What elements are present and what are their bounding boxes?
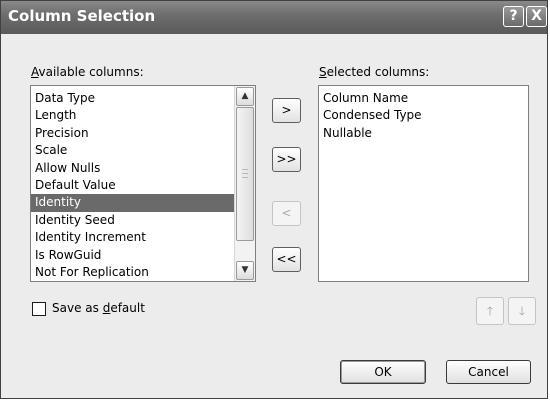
ok-button[interactable]: OK — [340, 360, 426, 384]
remove-column-button[interactable]: < — [272, 201, 301, 226]
list-item[interactable]: Nullable — [319, 125, 528, 142]
add-column-button[interactable]: > — [272, 98, 301, 123]
list-item[interactable]: Identity Increment — [31, 229, 234, 246]
cancel-button[interactable]: Cancel — [446, 360, 531, 384]
list-item[interactable]: Is RowGuid — [31, 247, 234, 264]
selected-label-text: elected columns: — [326, 65, 430, 79]
save-as-default-checkbox[interactable] — [32, 302, 46, 316]
available-accesskey: A — [31, 65, 39, 79]
window-title: Column Selection — [8, 7, 156, 25]
add-all-columns-button[interactable]: >> — [272, 147, 301, 172]
list-item[interactable]: Length — [31, 107, 234, 124]
list-item[interactable]: Not For Replication — [31, 264, 234, 281]
save-as-default-label[interactable]: Save as default — [52, 301, 145, 315]
list-item[interactable]: Identity — [31, 194, 234, 212]
available-items: Data Type Length Precision Scale Allow Nulls… — [31, 90, 234, 281]
available-columns-list[interactable]: Data Type Length Precision Scale Allow Nulls… — [30, 85, 256, 282]
available-label-text: vailable columns: — [38, 65, 144, 79]
selected-columns-label: Selected columns: — [319, 65, 429, 79]
list-item[interactable]: Allow Nulls — [31, 160, 234, 177]
save-label-after: efault — [110, 301, 145, 315]
selected-items: Column Name Condensed Type Nullable — [319, 90, 528, 142]
selected-accesskey: S — [319, 65, 327, 79]
scrollbar-thumb[interactable] — [236, 107, 254, 241]
list-item[interactable]: Scale — [31, 142, 234, 159]
scroll-down-icon[interactable]: ▼ — [236, 261, 254, 280]
selected-columns-list[interactable]: Column Name Condensed Type Nullable — [318, 85, 529, 282]
close-button[interactable]: X — [526, 6, 547, 27]
scroll-up-icon[interactable]: ▲ — [236, 87, 254, 106]
title-bar[interactable]: Column Selection ? X — [1, 1, 547, 34]
list-item[interactable]: Condensed Type — [319, 107, 528, 124]
move-up-icon[interactable]: 🡑 — [476, 297, 504, 325]
grip-icon — [242, 169, 248, 178]
save-label-before: Save as — [52, 301, 103, 315]
move-down-icon[interactable]: 🡓 — [508, 297, 536, 325]
list-item[interactable]: Identity Seed — [31, 212, 234, 229]
help-button[interactable]: ? — [503, 6, 524, 27]
available-columns-label: Available columns: — [31, 65, 144, 79]
remove-all-columns-button[interactable]: << — [272, 247, 301, 272]
available-list-scrollbar[interactable]: ▲ ▼ — [234, 86, 255, 281]
list-item[interactable]: Default Value — [31, 177, 234, 194]
list-item[interactable]: Column Name — [319, 90, 528, 107]
list-item[interactable]: Data Type — [31, 90, 234, 107]
column-selection-dialog: Column Selection ? X Available columns: … — [0, 0, 548, 399]
list-item[interactable]: Precision — [31, 125, 234, 142]
